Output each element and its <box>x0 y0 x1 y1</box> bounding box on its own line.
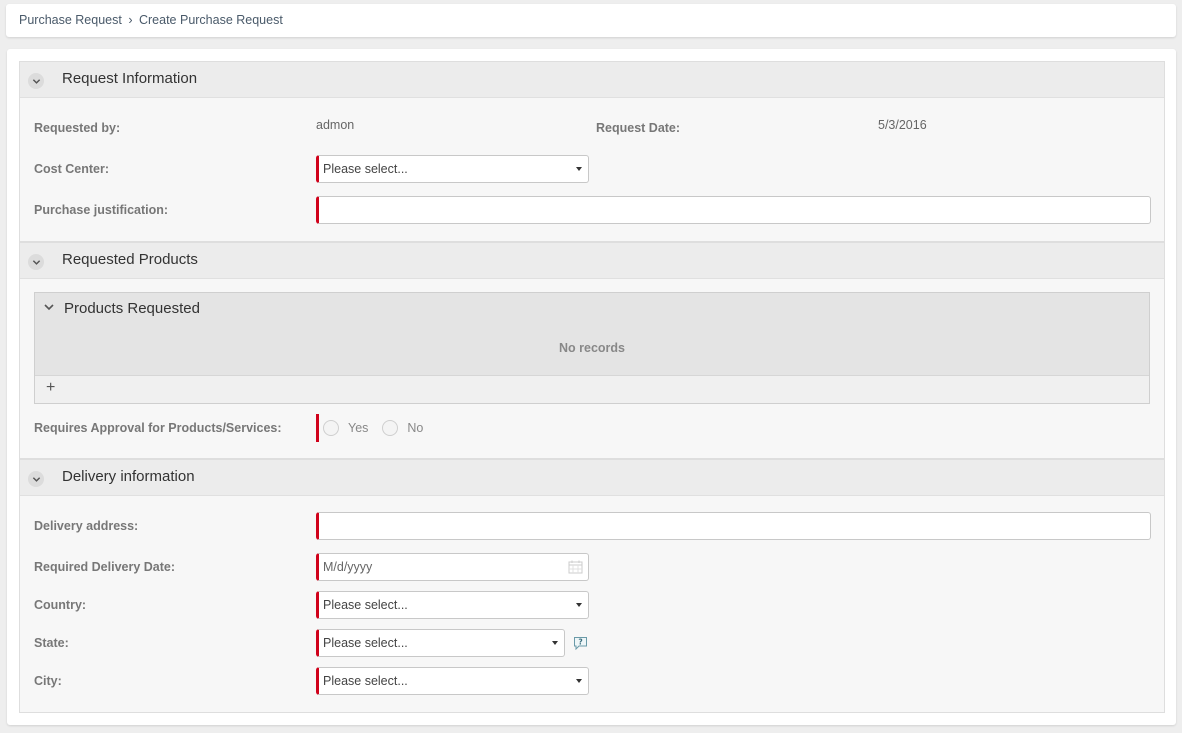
collapse-delivery-information-button[interactable] <box>28 471 44 487</box>
calendar-icon[interactable] <box>568 560 583 574</box>
section-requested-products: Requested Products Products Requested No… <box>19 242 1165 459</box>
delivery-address-label: Delivery address: <box>34 519 139 533</box>
section-header-delivery-information: Delivery information <box>20 460 1164 496</box>
city-select[interactable]: Please select... <box>316 667 589 695</box>
breadcrumb: Purchase Request › Create Purchase Reque… <box>6 4 1176 37</box>
section-title: Request Information <box>62 70 198 87</box>
chevron-down-icon <box>32 259 40 265</box>
collapse-requested-products-button[interactable] <box>28 254 44 270</box>
purchase-justification-label: Purchase justification: <box>34 203 169 217</box>
requested-by-label: Requested by: <box>34 121 121 135</box>
section-header-requested-products: Requested Products <box>20 243 1164 279</box>
country-select-value: Please select... <box>323 598 408 612</box>
required-delivery-date-input[interactable]: M/d/yyyy <box>316 553 589 581</box>
country-label: Country: <box>34 598 87 612</box>
cost-center-select-value: Please select... <box>323 162 408 176</box>
products-grid-title: Products Requested <box>64 300 200 317</box>
radio-no-label: No <box>407 421 424 435</box>
section-title: Requested Products <box>62 251 198 268</box>
country-select[interactable]: Please select... <box>316 591 589 619</box>
section-delivery-information: Delivery information Delivery address: R… <box>19 459 1165 713</box>
products-requested-grid: Products Requested No records + <box>34 292 1150 404</box>
state-select-value: Please select... <box>323 636 408 650</box>
radio-yes-label: Yes <box>348 421 369 435</box>
delivery-address-input[interactable] <box>316 512 1151 540</box>
radio-yes-circle[interactable] <box>323 420 339 436</box>
requested-by-value: admon <box>316 118 355 132</box>
dropdown-caret-icon <box>552 641 558 645</box>
cost-center-label: Cost Center: <box>34 162 110 176</box>
request-date-value: 5/3/2016 <box>878 118 927 132</box>
radio-no[interactable]: No <box>382 420 423 436</box>
state-label: State: <box>34 636 69 650</box>
form-container: Request Information Requested by: admon … <box>7 49 1176 725</box>
requires-approval-radio-group: Yes No <box>316 414 437 442</box>
products-grid-header: Products Requested <box>35 293 1149 323</box>
products-grid-footer: + <box>35 375 1149 403</box>
city-select-value: Please select... <box>323 674 408 688</box>
breadcrumb-current: Create Purchase Request <box>138 13 283 27</box>
section-request-information: Request Information Requested by: admon … <box>19 61 1165 242</box>
date-placeholder: M/d/yyyy <box>323 560 373 574</box>
purchase-justification-input[interactable] <box>316 196 1151 224</box>
state-select[interactable]: Please select... <box>316 629 565 657</box>
required-delivery-date-label: Required Delivery Date: <box>34 560 176 574</box>
dropdown-caret-icon <box>576 679 582 683</box>
chevron-down-icon <box>32 476 40 482</box>
cost-center-select[interactable]: Please select... <box>316 155 589 183</box>
city-label: City: <box>34 674 62 688</box>
chevron-down-icon[interactable] <box>44 302 54 312</box>
radio-yes[interactable]: Yes <box>323 420 368 436</box>
no-records-text: No records <box>559 341 625 355</box>
add-product-button[interactable]: + <box>46 379 55 397</box>
request-date-label: Request Date: <box>596 121 681 135</box>
svg-text:?: ? <box>578 638 582 647</box>
breadcrumb-separator: › <box>128 13 133 27</box>
section-header-request-information: Request Information <box>20 62 1164 98</box>
breadcrumb-parent-link[interactable]: Purchase Request <box>19 13 122 27</box>
dropdown-caret-icon <box>576 603 582 607</box>
section-title: Delivery information <box>62 468 195 485</box>
requires-approval-label: Requires Approval for Products/Services: <box>34 421 282 435</box>
help-icon[interactable]: ? <box>573 636 588 650</box>
dropdown-caret-icon <box>576 167 582 171</box>
radio-no-circle[interactable] <box>382 420 399 436</box>
chevron-down-icon <box>32 78 40 84</box>
collapse-request-information-button[interactable] <box>28 73 44 89</box>
